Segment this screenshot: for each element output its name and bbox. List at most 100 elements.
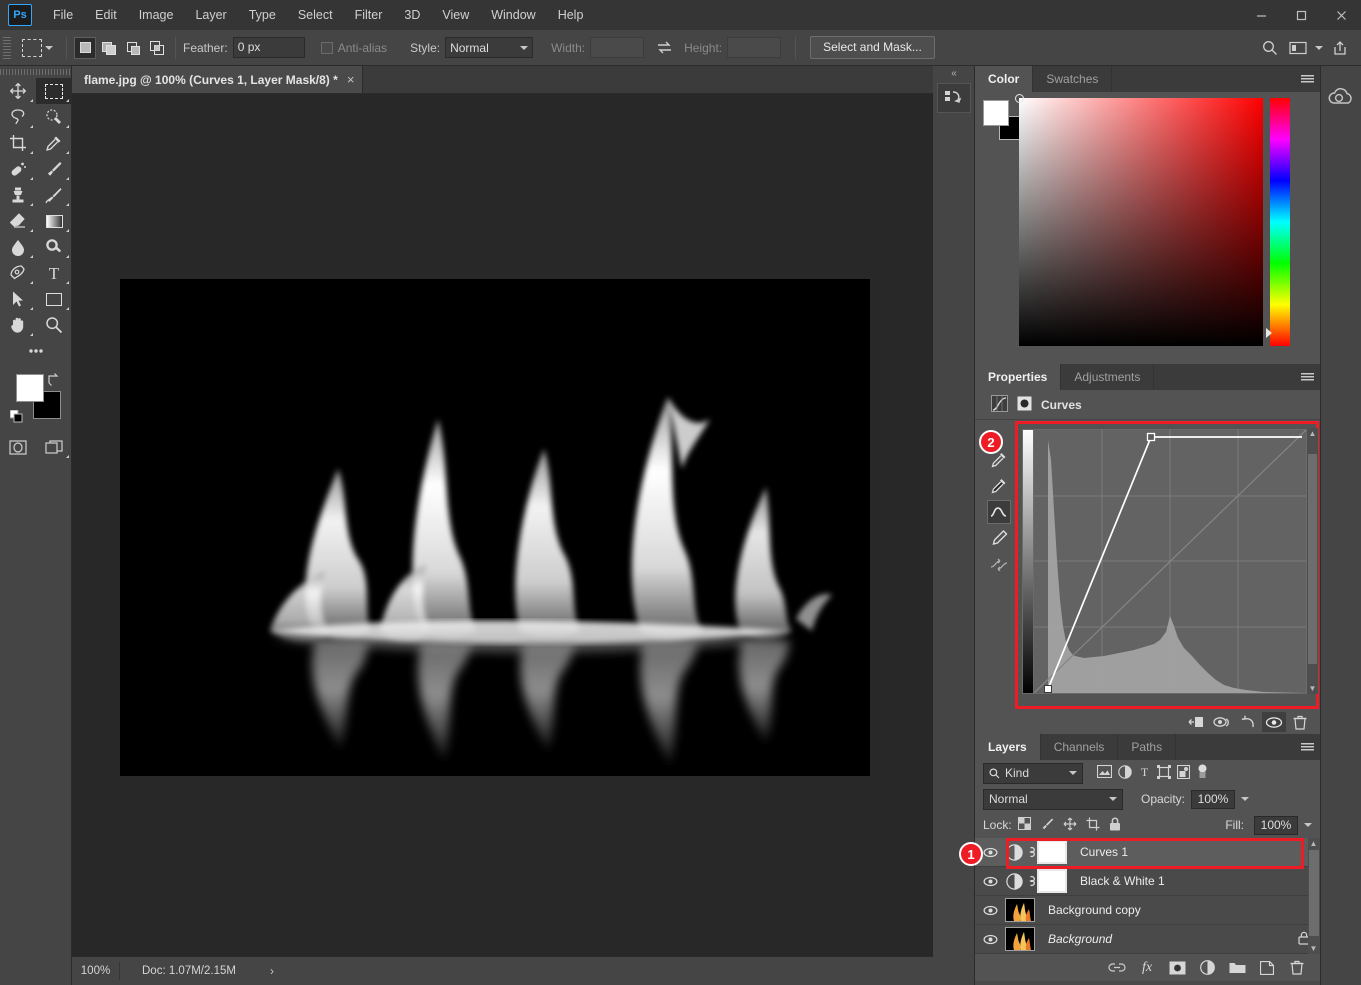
smooth-curve-tool[interactable] xyxy=(987,552,1011,576)
intersect-with-selection-button[interactable] xyxy=(146,37,168,59)
tab-swatches[interactable]: Swatches xyxy=(1033,66,1112,92)
select-and-mask-button[interactable]: Select and Mask... xyxy=(810,36,935,59)
panel-menu-icon[interactable] xyxy=(1294,66,1320,92)
mask-link-icon[interactable] xyxy=(1023,845,1037,859)
swap-width-height-icon[interactable] xyxy=(656,40,672,56)
scrollbar-thumb[interactable] xyxy=(1308,454,1317,664)
hand-tool[interactable] xyxy=(0,312,36,338)
delete-layer-icon[interactable] xyxy=(1288,959,1306,977)
creative-cloud-icon[interactable] xyxy=(1326,82,1356,112)
properties-scrollbar[interactable]: ▲ ▼ xyxy=(1307,428,1318,694)
view-previous-state-button[interactable] xyxy=(1210,712,1234,732)
tab-properties[interactable]: Properties xyxy=(975,364,1061,390)
layer-name[interactable]: Black & White 1 xyxy=(1080,874,1165,888)
move-tool[interactable] xyxy=(0,78,36,104)
toggle-layer-visibility-button[interactable] xyxy=(1262,712,1286,732)
search-icon[interactable] xyxy=(1257,36,1283,60)
crop-tool[interactable] xyxy=(0,130,36,156)
width-input[interactable] xyxy=(590,37,644,58)
smart-object-filter-icon[interactable] xyxy=(1177,765,1190,782)
layer-name[interactable]: Curves 1 xyxy=(1080,845,1128,859)
layer-thumbnail[interactable] xyxy=(1005,927,1035,951)
canvas-area[interactable] xyxy=(72,94,933,956)
menu-3d[interactable]: 3D xyxy=(393,0,431,30)
link-layers-icon[interactable] xyxy=(1108,959,1126,977)
workspace-icon[interactable] xyxy=(1285,36,1311,60)
add-layer-mask-icon[interactable] xyxy=(1168,959,1186,977)
layer-name[interactable]: Background copy xyxy=(1048,903,1141,917)
layer-thumbnail[interactable] xyxy=(1005,898,1035,922)
layers-scrollbar[interactable]: ▲ ▼ xyxy=(1308,838,1320,954)
tool-preset-picker[interactable] xyxy=(16,39,59,57)
gradient-tool[interactable] xyxy=(36,208,72,234)
lock-image-pixels-icon[interactable] xyxy=(1040,817,1054,834)
scroll-up-icon[interactable]: ▲ xyxy=(1307,429,1318,438)
layer-visibility-toggle[interactable] xyxy=(975,876,1005,887)
history-panel-icon[interactable] xyxy=(937,83,971,113)
filter-toggle-icon[interactable] xyxy=(1196,764,1209,782)
color-panel-foreground-swatch[interactable] xyxy=(983,100,1009,126)
new-layer-icon[interactable] xyxy=(1258,959,1276,977)
brush-tool[interactable] xyxy=(36,156,72,182)
close-button[interactable] xyxy=(1321,0,1361,30)
menu-help[interactable]: Help xyxy=(547,0,595,30)
clone-stamp-tool[interactable] xyxy=(0,182,36,208)
layer-styles-icon[interactable]: fx xyxy=(1138,959,1156,977)
screen-mode-button[interactable] xyxy=(36,434,72,460)
new-selection-button[interactable] xyxy=(74,37,96,59)
eyedropper-tool[interactable] xyxy=(36,130,72,156)
swap-colors-icon[interactable] xyxy=(47,372,61,389)
layer-filter-kind-select[interactable]: Kind xyxy=(983,763,1083,784)
feather-input[interactable]: 0 px xyxy=(233,37,305,58)
spot-healing-brush-tool[interactable] xyxy=(0,156,36,182)
status-menu-arrow-icon[interactable]: › xyxy=(270,964,274,978)
foreground-color-swatch[interactable] xyxy=(16,374,44,402)
menu-filter[interactable]: Filter xyxy=(344,0,394,30)
dodge-tool[interactable] xyxy=(36,234,72,260)
tab-layers[interactable]: Layers xyxy=(975,734,1041,760)
layer-visibility-toggle[interactable] xyxy=(975,905,1005,916)
eraser-tool[interactable] xyxy=(0,208,36,234)
zoom-tool[interactable] xyxy=(36,312,72,338)
quick-mask-mode-button[interactable] xyxy=(0,434,36,460)
layer-name[interactable]: Background xyxy=(1048,932,1112,946)
document-tab[interactable]: flame.jpg @ 100% (Curves 1, Layer Mask/8… xyxy=(72,66,363,93)
delete-adjustment-layer-button[interactable] xyxy=(1288,712,1312,732)
menu-image[interactable]: Image xyxy=(128,0,185,30)
document-image[interactable] xyxy=(120,279,870,776)
chevron-down-icon[interactable] xyxy=(1313,36,1325,60)
options-bar-grip[interactable] xyxy=(3,37,11,59)
rectangle-tool[interactable] xyxy=(36,286,72,312)
layer-visibility-toggle[interactable] xyxy=(975,934,1005,945)
blend-mode-select[interactable]: Normal xyxy=(983,789,1123,810)
lock-all-icon[interactable] xyxy=(1109,817,1121,834)
rectangular-marquee-tool[interactable] xyxy=(36,78,72,104)
maximize-button[interactable] xyxy=(1281,0,1321,30)
scroll-down-icon[interactable]: ▼ xyxy=(1308,944,1319,953)
panel-menu-icon[interactable] xyxy=(1294,734,1320,760)
tab-paths[interactable]: Paths xyxy=(1118,734,1176,760)
layer-row-black-and-white-1[interactable]: Black & White 1 xyxy=(975,867,1320,896)
menu-file[interactable]: File xyxy=(42,0,84,30)
shape-layers-filter-icon[interactable] xyxy=(1157,765,1171,782)
type-layers-filter-icon[interactable]: T xyxy=(1138,765,1151,781)
hue-slider[interactable] xyxy=(1270,98,1290,346)
quick-selection-tool[interactable] xyxy=(36,104,72,130)
adjustment-layers-filter-icon[interactable] xyxy=(1118,765,1132,782)
adjustment-layer-thumbnail[interactable] xyxy=(1005,873,1023,890)
layer-mask-thumbnail[interactable] xyxy=(1037,869,1067,893)
edit-toolbar-tool[interactable] xyxy=(0,338,71,364)
layer-row-background[interactable]: Background xyxy=(975,925,1320,954)
menu-type[interactable]: Type xyxy=(238,0,287,30)
layer-row-background-copy[interactable]: Background copy xyxy=(975,896,1320,925)
mask-link-icon[interactable] xyxy=(1023,874,1037,888)
close-icon[interactable]: × xyxy=(347,72,355,87)
minimize-button[interactable] xyxy=(1241,0,1281,30)
layer-mask-thumbnail[interactable] xyxy=(1037,840,1067,864)
tools-panel-grip[interactable] xyxy=(0,66,71,78)
menu-edit[interactable]: Edit xyxy=(84,0,128,30)
tab-color[interactable]: Color xyxy=(975,66,1033,92)
curve-point-tool[interactable] xyxy=(987,500,1011,524)
pencil-draw-tool[interactable] xyxy=(987,526,1011,550)
curves-graph[interactable] xyxy=(1022,429,1307,694)
